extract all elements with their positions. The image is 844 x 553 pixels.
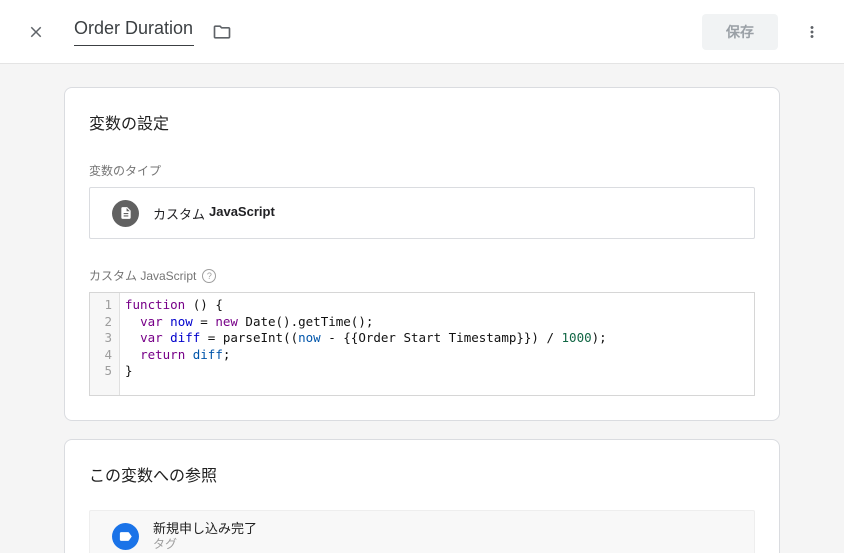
references-card-heading: この変数への参照 (89, 468, 218, 485)
reference-text: 新規申し込み完了 タグ (153, 520, 257, 552)
reference-item[interactable]: 新規申し込み完了 タグ (89, 510, 755, 553)
code-line: function () { (125, 297, 223, 312)
main-content: 変数の設定 変数のタイプ カスタム JavaScript カスタム JavaScr… (0, 64, 844, 553)
document-icon (112, 199, 139, 227)
reference-subtitle: タグ (153, 537, 178, 551)
line-number: 2 (104, 313, 112, 329)
close-icon[interactable] (24, 20, 48, 44)
code-line: var now = new Date().getTime(); (140, 313, 374, 329)
folder-icon[interactable] (210, 20, 234, 44)
line-number: 1 (104, 297, 112, 312)
save-button[interactable]: 保存 (702, 13, 778, 50)
code-line: return diff; (140, 346, 231, 362)
variable-type-value: カスタム JavaScript (153, 203, 275, 222)
variable-name-input[interactable]: Order Duration (74, 18, 194, 46)
topbar: Order Duration 保存 (0, 0, 844, 64)
code-line: var diff = parseInt((now - {{Order Start… (140, 330, 607, 345)
variable-type-label: 変数のタイプ (89, 164, 162, 178)
settings-card-heading: 変数の設定 (89, 116, 170, 133)
references-card: この変数への参照 新規申し込み完了 タグ (64, 439, 780, 553)
line-number: 4 (104, 346, 112, 362)
line-number: 5 (104, 363, 112, 378)
code-gutter: 12345 (90, 293, 120, 395)
line-number: 3 (104, 330, 112, 345)
variable-type-selector[interactable]: カスタム JavaScript (89, 187, 755, 239)
title-wrap: Order Duration (74, 18, 234, 46)
tag-icon (112, 522, 139, 550)
kebab-menu-icon[interactable] (800, 20, 824, 44)
reference-title: 新規申し込み完了 (153, 521, 258, 536)
code-line: } (125, 363, 133, 378)
variable-settings-card: 変数の設定 変数のタイプ カスタム JavaScript カスタム JavaScr… (64, 87, 780, 421)
code-editor[interactable]: 12345 function () { var now = new Date()… (89, 292, 755, 396)
custom-js-label: カスタム JavaScript ? (89, 267, 755, 284)
help-icon[interactable]: ? (202, 268, 217, 283)
code-content: function () { var now = new Date().getTi… (120, 293, 607, 395)
